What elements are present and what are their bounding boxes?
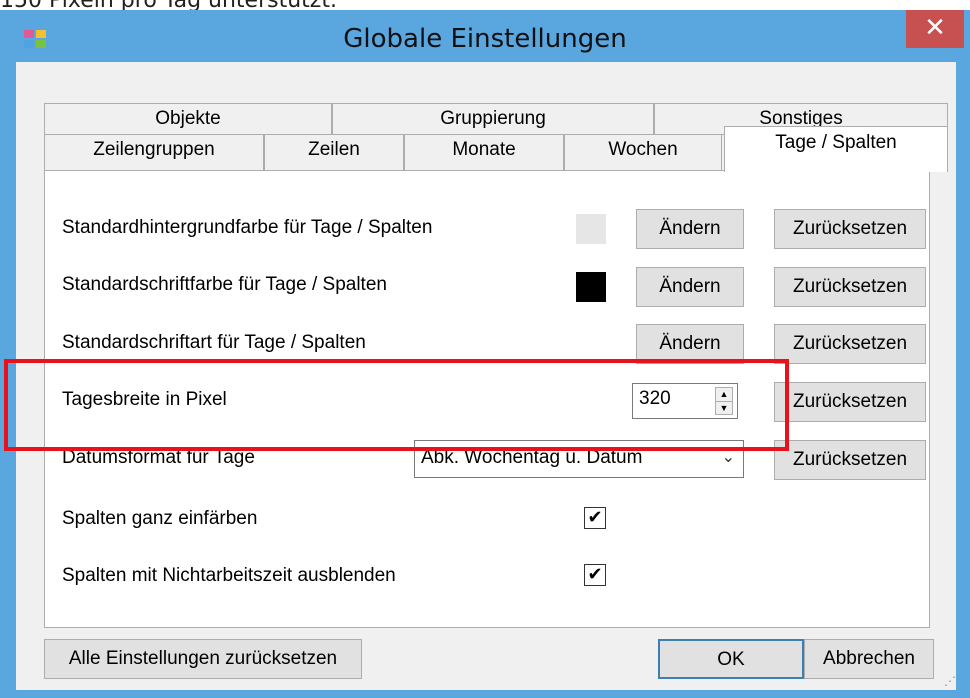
tab-label: Gruppierung [440, 108, 546, 129]
cancel-button[interactable]: Abbrechen [804, 639, 934, 679]
tab-zeilen[interactable]: Zeilen [264, 134, 404, 171]
font-color-change-button[interactable]: Ändern [636, 267, 744, 307]
check-icon: ✔ [587, 507, 603, 528]
window-title: Globale Einstellungen [343, 24, 627, 54]
tab-label: Monate [452, 139, 516, 160]
bg-color-label: Standardhintergrundfarbe für Tage / Spal… [62, 217, 433, 238]
tab-label: Wochen [608, 139, 678, 160]
bg-color-reset-button[interactable]: Zurücksetzen [774, 209, 926, 249]
tab-objekte[interactable]: Objekte [44, 103, 332, 135]
font-reset-button[interactable]: Zurücksetzen [774, 324, 926, 364]
font-label: Standardschriftart für Tage / Spalten [62, 332, 366, 353]
tab-gruppierung[interactable]: Gruppierung [332, 103, 654, 135]
font-color-reset-button[interactable]: Zurücksetzen [774, 267, 926, 307]
tab-label: Objekte [155, 108, 221, 129]
check-icon: ✔ [587, 564, 603, 585]
tab-zeilengruppen[interactable]: Zeilengruppen [44, 134, 264, 171]
date-format-reset-button[interactable]: Zurücksetzen [774, 440, 926, 480]
reset-all-button[interactable]: Alle Einstellungen zurücksetzen [44, 639, 362, 679]
resize-grip-icon[interactable]: ⋰ [944, 674, 956, 688]
highlight-box [4, 359, 789, 451]
font-change-button[interactable]: Ändern [636, 324, 744, 364]
ok-button[interactable]: OK [658, 639, 804, 679]
close-button[interactable]: ✕ [906, 10, 964, 48]
bg-color-change-button[interactable]: Ändern [636, 209, 744, 249]
tab-label: Zeilen [308, 139, 360, 160]
hide-nonwork-label: Spalten mit Nichtarbeitszeit ausblenden [62, 565, 396, 586]
day-width-reset-button[interactable]: Zurücksetzen [774, 382, 926, 422]
close-icon: ✕ [924, 13, 946, 43]
font-color-swatch [576, 272, 606, 302]
tab-label: Tage / Spalten [775, 132, 897, 153]
color-columns-checkbox[interactable]: ✔ [584, 507, 606, 529]
tab-tage-spalten[interactable]: Tage / Spalten [724, 126, 948, 172]
dialog-window: Globale Einstellungen ✕ Objekte Gruppier… [0, 10, 970, 698]
bg-color-swatch [576, 214, 606, 244]
font-color-label: Standardschriftfarbe für Tage / Spalten [62, 274, 387, 295]
color-columns-label: Spalten ganz einfärben [62, 508, 258, 529]
tab-label: Zeilengruppen [93, 139, 215, 160]
hide-nonwork-checkbox[interactable]: ✔ [584, 564, 606, 586]
tab-monate[interactable]: Monate [404, 134, 564, 171]
tab-wochen[interactable]: Wochen [564, 134, 722, 171]
